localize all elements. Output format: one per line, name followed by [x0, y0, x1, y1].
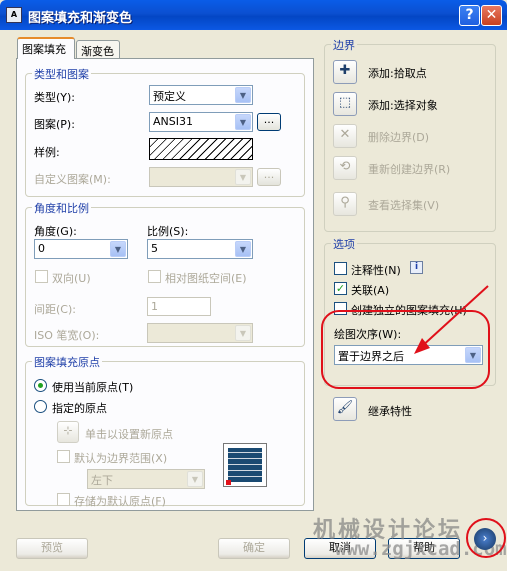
chevron-down-icon: ▼	[187, 471, 203, 487]
custom-pattern-select[interactable]: ▼	[149, 167, 253, 187]
view-selections-icon[interactable]: ⚲	[333, 192, 357, 216]
angle-label: 角度(G):	[34, 225, 77, 238]
hatch-tab-panel: 类型和图案 类型(Y): 预定义 ▼ 图案(P): ANSI31 ▼ ... 样…	[16, 58, 314, 511]
view-selections-label[interactable]: 查看选择集(V)	[368, 197, 439, 213]
tab-hatch[interactable]: 图案填充	[17, 37, 75, 59]
default-extent-checkbox[interactable]	[57, 450, 70, 463]
chevron-down-icon: ▼	[235, 169, 251, 185]
scale-value: 5	[151, 242, 158, 255]
scale-label: 比例(S):	[147, 225, 189, 238]
angle-scale-group-label: 角度和比例	[32, 200, 91, 216]
extent-position-value: 左下	[91, 474, 113, 487]
pick-points-icon[interactable]: ✚	[333, 60, 357, 84]
remove-boundaries-icon[interactable]: ✕	[333, 124, 357, 148]
pattern-select-value: ANSI31	[153, 115, 193, 128]
more-options-button[interactable]: ›	[474, 528, 496, 550]
hatch-origin-group-label: 图案填充原点	[32, 354, 102, 370]
options-group-label: 选项	[331, 236, 357, 252]
set-origin-icon[interactable]: ⊹	[57, 421, 79, 443]
add-select-objects-label[interactable]: 添加:选择对象	[368, 97, 438, 113]
extent-position-select[interactable]: 左下 ▼	[87, 469, 205, 489]
store-default-origin-label: 存储为默认原点(F)	[74, 495, 166, 508]
pattern-sample-swatch[interactable]	[149, 138, 253, 160]
origin-preview-icon	[223, 443, 267, 487]
specified-origin-label: 指定的原点	[52, 402, 107, 415]
chevron-down-icon: ▼	[235, 241, 251, 257]
iso-pen-width-label: ISO 笔宽(O):	[34, 329, 100, 342]
angle-select[interactable]: 0 ▼	[34, 239, 128, 259]
window-title: 图案填充和渐变色	[28, 11, 133, 26]
custom-pattern-label: 自定义图案(M):	[34, 173, 111, 186]
use-current-origin-label: 使用当前原点(T)	[52, 381, 134, 394]
recreate-boundary-label[interactable]: 重新创建边界(R)	[368, 161, 450, 177]
annotation-arrow	[414, 285, 489, 354]
title-bar[interactable]: A 图案填充和渐变色 ? ✕	[0, 0, 507, 30]
scale-select[interactable]: 5 ▼	[147, 239, 253, 259]
recreate-boundary-icon[interactable]: ⟲	[333, 156, 357, 180]
tab-gradient[interactable]: 渐变色	[76, 40, 120, 59]
boundaries-group-label: 边界	[331, 37, 357, 53]
iso-pen-width-select[interactable]: ▼	[147, 323, 253, 343]
spacing-input[interactable]: 1	[147, 297, 211, 316]
pattern-select[interactable]: ANSI31 ▼	[149, 112, 253, 132]
default-extent-label: 默认为边界范围(X)	[74, 452, 168, 465]
double-checkbox[interactable]	[35, 270, 48, 283]
use-current-origin-radio[interactable]	[34, 379, 47, 392]
chevron-down-icon: ▼	[235, 114, 251, 130]
inherit-properties-icon[interactable]: 🖌	[333, 397, 357, 421]
pattern-label: 图案(P):	[34, 118, 75, 131]
ok-button[interactable]: 确定	[218, 538, 290, 559]
sample-label: 样例:	[34, 146, 60, 159]
type-label: 类型(Y):	[34, 91, 76, 104]
type-select-value: 预定义	[153, 90, 186, 103]
chevron-down-icon: ▼	[235, 87, 251, 103]
preview-button[interactable]: 预览	[16, 538, 88, 559]
type-pattern-group-label: 类型和图案	[32, 66, 91, 82]
click-set-origin-label: 单击以设置新原点	[85, 428, 173, 441]
info-icon[interactable]: i	[410, 261, 423, 274]
relative-paper-label: 相对图纸空间(E)	[165, 272, 247, 285]
annotative-checkbox[interactable]	[334, 262, 347, 275]
pattern-browse-button[interactable]: ...	[257, 113, 281, 131]
associative-checkbox[interactable]: ✓	[334, 282, 347, 295]
chevron-down-icon: ▼	[235, 325, 251, 341]
double-label: 双向(U)	[52, 272, 91, 285]
type-select[interactable]: 预定义 ▼	[149, 85, 253, 105]
associative-label: 关联(A)	[351, 284, 390, 297]
angle-value: 0	[38, 242, 45, 255]
select-objects-icon[interactable]: ⬚	[333, 92, 357, 116]
app-icon: A	[6, 7, 22, 23]
inherit-properties-label[interactable]: 继承特性	[368, 403, 412, 419]
relative-paper-checkbox[interactable]	[148, 270, 161, 283]
remove-boundaries-label[interactable]: 删除边界(D)	[368, 129, 429, 145]
spacing-label: 间距(C):	[34, 303, 76, 316]
store-default-origin-checkbox[interactable]	[57, 493, 70, 506]
custom-browse-button[interactable]: ...	[257, 168, 281, 186]
help-title-button[interactable]: ?	[459, 5, 480, 26]
annotative-label: 注释性(N)	[351, 264, 401, 277]
add-pick-points-label[interactable]: 添加:拾取点	[368, 65, 427, 81]
close-button[interactable]: ✕	[481, 5, 502, 26]
chevron-down-icon: ▼	[110, 241, 126, 257]
specified-origin-radio[interactable]	[34, 400, 47, 413]
